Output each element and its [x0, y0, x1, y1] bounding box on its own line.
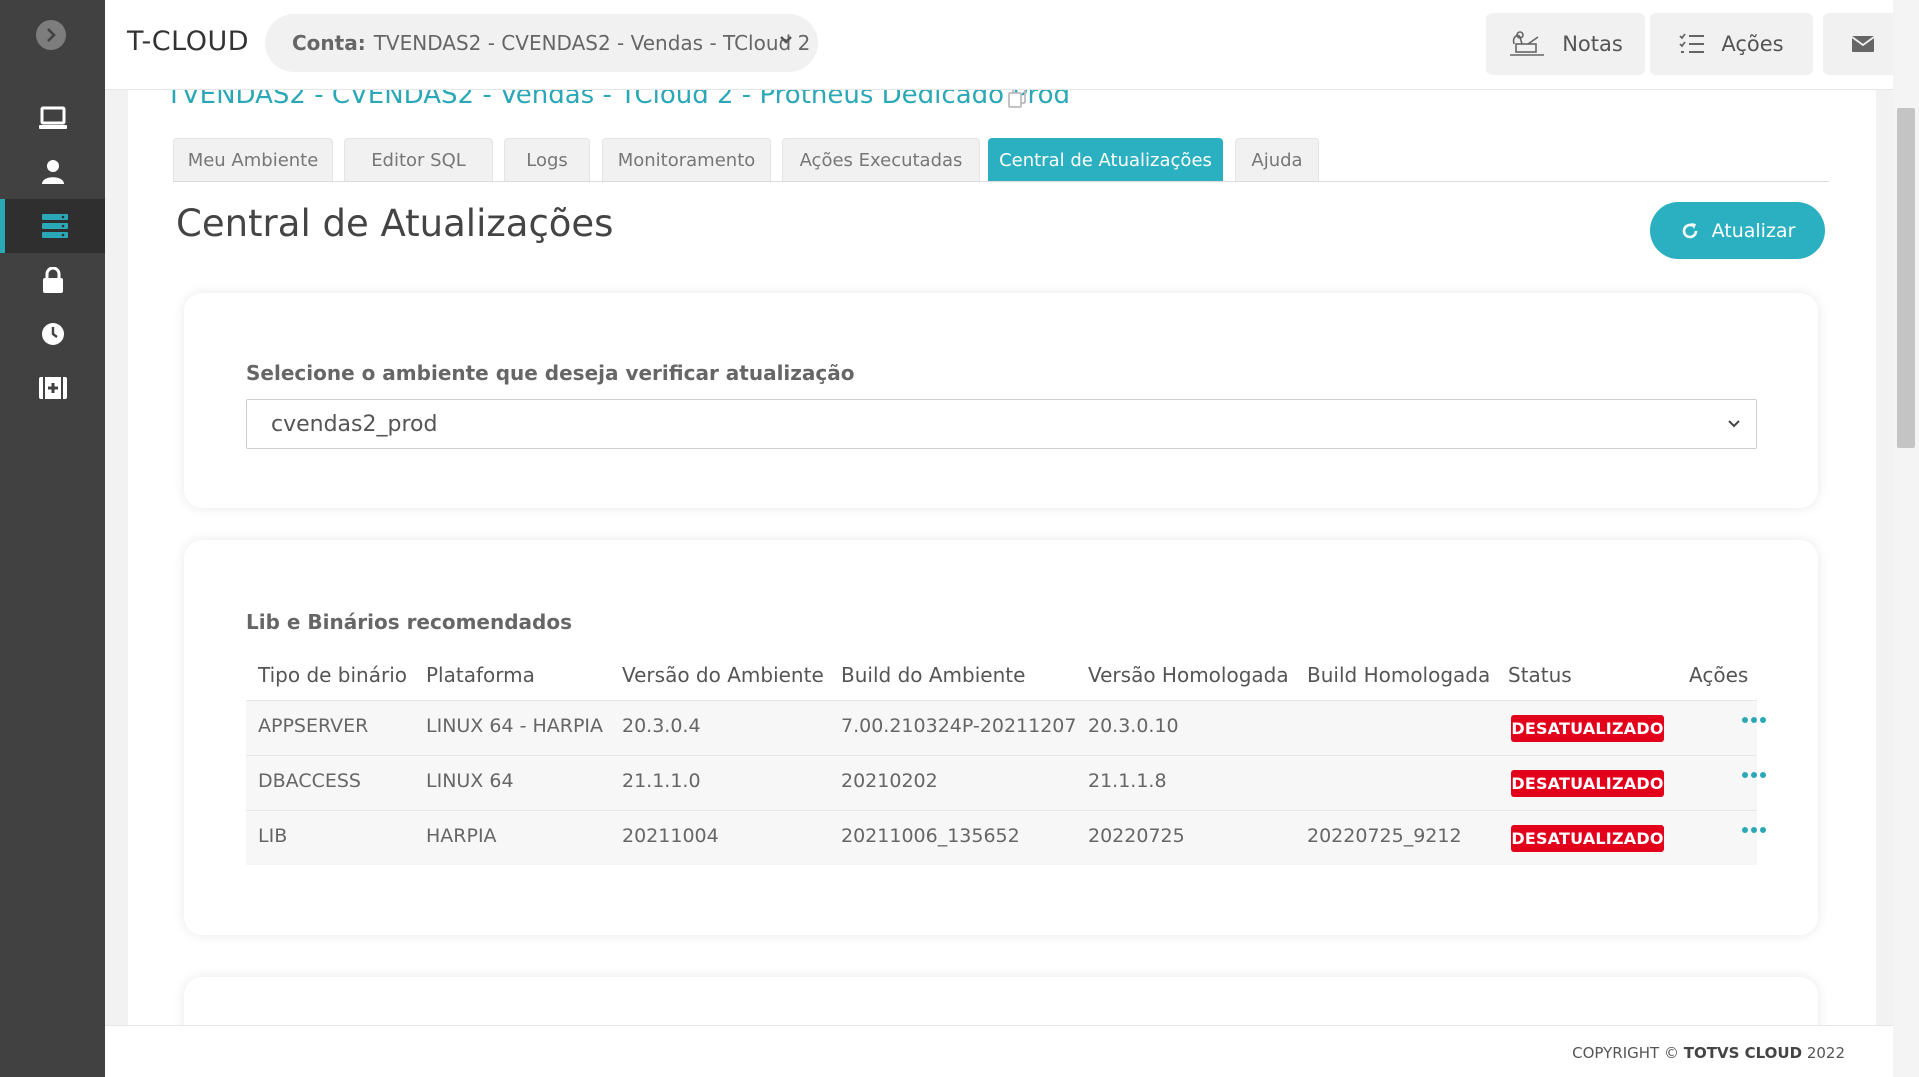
- row-actions-menu-icon[interactable]: [1742, 772, 1766, 778]
- tab-meu-ambiente[interactable]: Meu Ambiente: [173, 138, 333, 181]
- actions-label: Ações: [1721, 32, 1784, 56]
- cell-versao-ambiente: 20211004: [622, 825, 719, 847]
- column-header-build-ambiente: Build do Ambiente: [841, 663, 1026, 687]
- copyright-brand: TOTVS CLOUD: [1683, 1044, 1803, 1062]
- tasks-list-icon: [1679, 33, 1705, 55]
- column-header-versao-homologada: Versão Homologada: [1088, 663, 1289, 687]
- cell-tipo: APPSERVER: [258, 715, 369, 737]
- cell-build-ambiente: 20210202: [841, 770, 938, 792]
- cell-tipo: LIB: [258, 825, 288, 847]
- messages-button[interactable]: [1823, 13, 1903, 75]
- status-badge: DESATUALIZADO: [1511, 825, 1664, 852]
- account-value: TVENDAS2 - CVENDAS2 - Vendas - TCloud 2: [373, 31, 811, 55]
- sidebar-toggle-button[interactable]: [36, 20, 66, 50]
- user-icon: [41, 160, 64, 184]
- tab-logs[interactable]: Logs: [504, 138, 590, 181]
- binaries-title: Lib e Binários recomendados: [246, 610, 573, 634]
- row-actions-menu-icon[interactable]: [1742, 717, 1766, 723]
- copyright-year: 2022: [1806, 1044, 1845, 1062]
- binaries-table: Tipo de binário Plataforma Versão do Amb…: [246, 650, 1766, 865]
- cell-versao-ambiente: 21.1.1.0: [622, 770, 701, 792]
- column-header-plataforma: Plataforma: [426, 663, 535, 687]
- cell-versao-ambiente: 20.3.0.4: [622, 715, 701, 737]
- binaries-panel: Lib e Binários recomendados Tipo de biná…: [184, 540, 1818, 935]
- top-header: T-CLOUD Conta: TVENDAS2 - CVENDAS2 - Ven…: [105, 0, 1919, 90]
- account-selector[interactable]: Conta: TVENDAS2 - CVENDAS2 - Vendas - TC…: [265, 14, 818, 72]
- page-scrollbar[interactable]: [1893, 0, 1919, 1077]
- column-header-tipo: Tipo de binário: [258, 663, 408, 687]
- cell-plataforma: LINUX 64 - HARPIA: [426, 715, 604, 737]
- tab-editor-sql[interactable]: Editor SQL: [344, 138, 493, 181]
- sidebar-item-security[interactable]: [0, 253, 105, 307]
- copyright-prefix: COPYRIGHT ©: [1572, 1044, 1679, 1062]
- table-row: LIB HARPIA 20211004 20211006_135652 2022…: [246, 810, 1766, 865]
- brand-logo: T-CLOUD: [127, 26, 249, 57]
- environment-title: TVENDAS2 - CVENDAS2 - Vendas - TCloud 2 …: [166, 90, 1071, 110]
- cell-build-ambiente: 7.00.210324P-20211207: [841, 715, 1077, 737]
- tab-monitoramento[interactable]: Monitoramento: [602, 138, 771, 181]
- tab-central-de-atualizacoes[interactable]: Central de Atualizações: [988, 138, 1223, 181]
- notes-label: Notas: [1562, 32, 1623, 56]
- notes-icon: [1508, 31, 1546, 57]
- refresh-label: Atualizar: [1711, 219, 1796, 242]
- envelope-icon: [1852, 36, 1874, 52]
- additional-panel: [184, 977, 1818, 1025]
- tab-ajuda[interactable]: Ajuda: [1235, 138, 1319, 181]
- refresh-icon: [1680, 221, 1700, 241]
- cell-versao-homologada: 21.1.1.8: [1088, 770, 1167, 792]
- account-label: Conta:: [292, 31, 366, 55]
- copy-icon[interactable]: [1008, 90, 1026, 108]
- column-header-build-homologada: Build Homologada: [1307, 663, 1491, 687]
- cell-versao-homologada: 20220725: [1088, 825, 1185, 847]
- column-header-versao-ambiente: Versão do Ambiente: [622, 663, 824, 687]
- main-content: TVENDAS2 - CVENDAS2 - Vendas - TCloud 2 …: [128, 90, 1876, 1025]
- environment-select-value: cvendas2_prod: [271, 411, 438, 437]
- desktop-icon: [38, 106, 67, 129]
- cell-versao-homologada: 20.3.0.10: [1088, 715, 1179, 737]
- environment-select-panel: Selecione o ambiente que deseja verifica…: [184, 293, 1818, 508]
- table-row: DBACCESS LINUX 64 21.1.1.0 20210202 21.1…: [246, 755, 1766, 810]
- chevron-down-icon: [780, 36, 792, 44]
- page-title: Central de Atualizações: [176, 202, 614, 245]
- table-row: APPSERVER LINUX 64 - HARPIA 20.3.0.4 7.0…: [246, 700, 1766, 755]
- row-actions-menu-icon[interactable]: [1742, 827, 1766, 833]
- status-badge: DESATUALIZADO: [1511, 715, 1664, 742]
- tabs-bar: Meu Ambiente Editor SQL Logs Monitoramen…: [173, 138, 1829, 182]
- scrollbar-thumb[interactable]: [1897, 108, 1915, 448]
- cell-plataforma: LINUX 64: [426, 770, 514, 792]
- cell-plataforma: HARPIA: [426, 825, 497, 847]
- cell-tipo: DBACCESS: [258, 770, 361, 792]
- refresh-button[interactable]: Atualizar: [1650, 202, 1825, 259]
- cell-build-homologada: 20220725_9212: [1307, 825, 1462, 847]
- first-aid-kit-icon: [38, 377, 67, 399]
- notes-button[interactable]: Notas: [1486, 13, 1645, 75]
- server-icon: [42, 214, 68, 238]
- environment-select-label: Selecione o ambiente que deseja verifica…: [246, 361, 855, 385]
- chevron-down-icon: [1728, 420, 1740, 428]
- status-badge: DESATUALIZADO: [1511, 770, 1664, 797]
- column-header-acoes: Ações: [1689, 663, 1749, 687]
- sidebar: [0, 0, 105, 1077]
- copyright-text: COPYRIGHT © TOTVS CLOUD 2022: [1572, 1044, 1845, 1062]
- table-header: Tipo de binário Plataforma Versão do Amb…: [246, 650, 1757, 700]
- cell-build-ambiente: 20211006_135652: [841, 825, 1020, 847]
- clock-icon: [41, 323, 64, 345]
- column-header-status: Status: [1508, 663, 1572, 687]
- chevron-right-icon: [47, 28, 56, 42]
- sidebar-item-servers[interactable]: [0, 199, 105, 253]
- sidebar-item-users[interactable]: [0, 145, 105, 199]
- sidebar-item-environments[interactable]: [0, 91, 105, 145]
- actions-button[interactable]: Ações: [1650, 13, 1813, 75]
- environment-select[interactable]: cvendas2_prod: [246, 399, 1757, 449]
- sidebar-item-history[interactable]: [0, 307, 105, 361]
- sidebar-item-support[interactable]: [0, 361, 105, 415]
- tab-acoes-executadas[interactable]: Ações Executadas: [782, 138, 980, 181]
- lock-icon: [42, 267, 63, 293]
- footer: COPYRIGHT © TOTVS CLOUD 2022: [105, 1025, 1893, 1077]
